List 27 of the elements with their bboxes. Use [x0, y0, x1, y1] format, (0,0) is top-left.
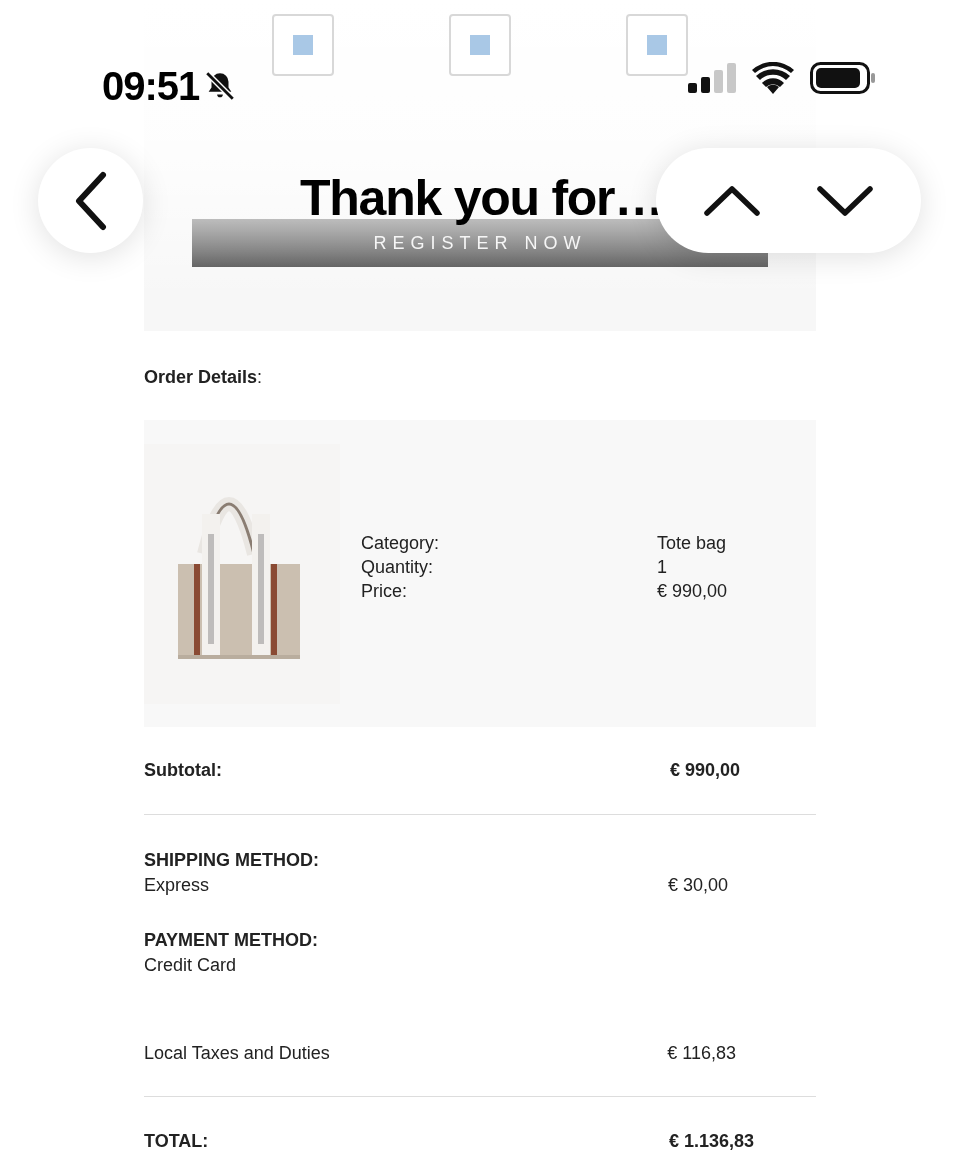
taxes-value: € 116,83: [667, 1042, 736, 1065]
signal-icon: [688, 63, 736, 93]
subtotal-label: Subtotal:: [144, 759, 222, 782]
field-value: € 990,00: [657, 579, 728, 603]
shipping-cost: € 30,00: [667, 874, 728, 897]
total-label: TOTAL:: [144, 1130, 209, 1153]
feature-icon: [271, 14, 334, 76]
field-label: Price:: [361, 579, 408, 603]
shipping-label: SHIPPING METHOD:: [144, 849, 319, 872]
battery-icon: [810, 62, 876, 94]
wifi-icon: [752, 62, 794, 94]
clock-time: 09:51: [102, 63, 200, 110]
payment-method: Credit Card: [144, 954, 238, 977]
shipping-method: Express: [144, 874, 211, 897]
total-value: € 1.136,83: [668, 1130, 754, 1153]
field-value: 1: [657, 555, 668, 579]
chevron-down-icon: [815, 184, 874, 217]
payment-label: PAYMENT METHOD:: [144, 929, 319, 952]
feature-icon: [449, 14, 511, 76]
taxes-label: Local Taxes and Duties: [144, 1042, 330, 1065]
chevron-up-icon: [703, 184, 762, 217]
section-heading: Order Details:: [144, 366, 264, 388]
feature-icon: [626, 14, 689, 76]
field-value: Tote bag: [657, 531, 728, 555]
subtotal-value: € 990,00: [669, 759, 740, 782]
field-label: Quantity:: [361, 555, 435, 579]
field-label: Category:: [361, 531, 441, 555]
